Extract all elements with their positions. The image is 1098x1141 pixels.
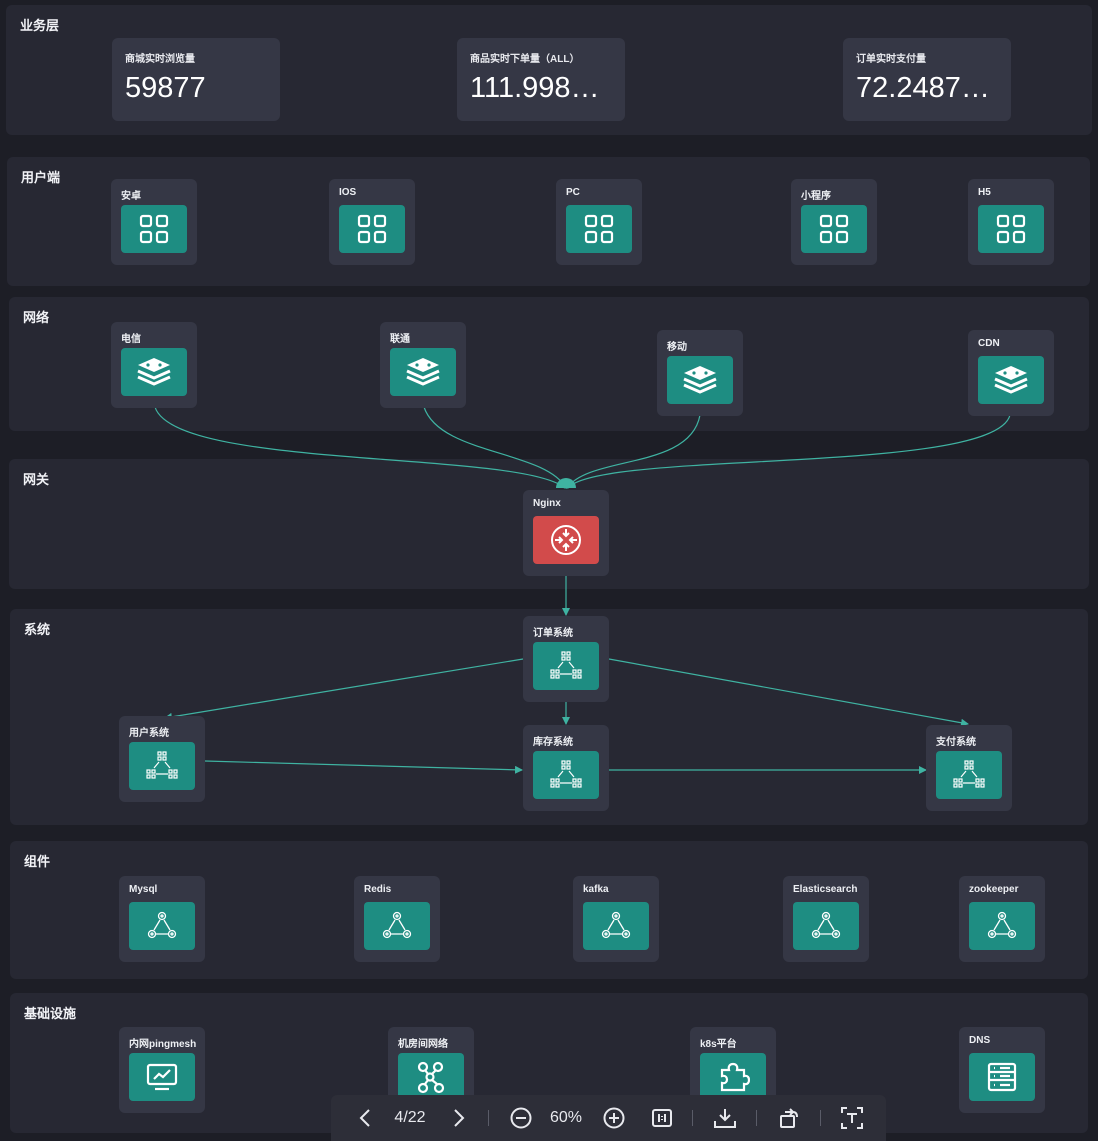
page-indicator: 4/22 xyxy=(394,1109,426,1126)
node-label: 小程序 xyxy=(801,191,831,202)
stat-label: 商城实时浏览量 xyxy=(125,54,195,65)
node-mobile[interactable]: 移动 xyxy=(657,330,743,416)
app-grid-icon xyxy=(801,205,867,253)
service-topology-icon xyxy=(533,751,599,799)
node-order-system[interactable]: 订单系统 xyxy=(523,616,609,702)
toolbar-divider xyxy=(756,1110,757,1126)
node-label: 订单系统 xyxy=(533,628,573,639)
next-page-button[interactable] xyxy=(445,1095,473,1141)
node-label: 移动 xyxy=(667,342,687,353)
node-telecom[interactable]: 电信 xyxy=(111,322,197,408)
stat-card-payments[interactable]: 订单实时支付量 72.2487… xyxy=(843,38,1011,121)
node-label: kafka xyxy=(583,884,609,895)
stat-card-orders[interactable]: 商品实时下单量（ALL） 111.998… xyxy=(457,38,625,121)
node-zookeeper[interactable]: zookeeper xyxy=(959,876,1045,962)
node-android[interactable]: 安卓 xyxy=(111,179,197,265)
stack-layers-icon xyxy=(667,356,733,404)
node-dns[interactable]: DNS xyxy=(959,1027,1045,1113)
layer-title: 组件 xyxy=(24,854,51,869)
node-label: Redis xyxy=(364,884,392,895)
node-label: 用户系统 xyxy=(129,728,169,739)
node-redis[interactable]: Redis xyxy=(354,876,440,962)
gear-cluster-icon xyxy=(364,902,430,950)
stat-card-pv[interactable]: 商城实时浏览量 59877 xyxy=(112,38,280,121)
layer-title: 用户端 xyxy=(21,170,61,185)
stat-label: 订单实时支付量 xyxy=(856,54,926,65)
rotate-icon[interactable] xyxy=(775,1095,803,1141)
zoom-level: 60% xyxy=(549,1109,583,1126)
node-unicom[interactable]: 联通 xyxy=(380,322,466,408)
app-grid-icon xyxy=(566,205,632,253)
monitor-chart-icon xyxy=(129,1053,195,1101)
node-cdn[interactable]: CDN xyxy=(968,330,1054,416)
stat-value: 111.998… xyxy=(470,72,600,104)
text-recognition-icon[interactable] xyxy=(838,1095,866,1141)
node-mysql[interactable]: Mysql xyxy=(119,876,205,962)
layer-title: 基础设施 xyxy=(24,1006,77,1021)
node-miniprogram[interactable]: 小程序 xyxy=(791,179,877,265)
app-grid-icon xyxy=(978,205,1044,253)
toolbar-divider xyxy=(488,1110,489,1126)
actual-size-icon[interactable] xyxy=(648,1095,676,1141)
node-label: 机房间网络 xyxy=(398,1039,448,1050)
puzzle-icon xyxy=(700,1053,766,1101)
node-label: PC xyxy=(566,187,580,198)
node-user-system[interactable]: 用户系统 xyxy=(119,716,205,802)
node-label: H5 xyxy=(978,187,991,198)
toolbar-divider xyxy=(692,1110,693,1126)
node-h5[interactable]: H5 xyxy=(968,179,1054,265)
node-label: zookeeper xyxy=(969,884,1019,895)
server-list-icon xyxy=(969,1053,1035,1101)
node-label: 安卓 xyxy=(121,191,141,202)
node-label: IOS xyxy=(339,187,357,198)
toolbar-divider xyxy=(820,1110,821,1126)
gear-cluster-icon xyxy=(969,902,1035,950)
stack-layers-icon xyxy=(978,356,1044,404)
node-pingmesh[interactable]: 内网pingmesh xyxy=(119,1027,205,1113)
node-label: 库存系统 xyxy=(533,737,573,748)
node-pc[interactable]: PC xyxy=(556,179,642,265)
zoom-out-button[interactable] xyxy=(507,1095,535,1141)
node-label: 支付系统 xyxy=(936,737,976,748)
node-label: k8s平台 xyxy=(700,1039,737,1050)
node-label: Elasticsearch xyxy=(793,884,858,895)
zoom-in-button[interactable] xyxy=(600,1095,628,1141)
stat-value: 72.2487… xyxy=(856,72,990,104)
gear-cluster-icon xyxy=(793,902,859,950)
node-pay-system[interactable]: 支付系统 xyxy=(926,725,1012,811)
node-label: 电信 xyxy=(121,334,141,345)
layer-title: 系统 xyxy=(24,622,51,637)
stat-value: 59877 xyxy=(125,72,206,104)
stack-layers-icon xyxy=(121,348,187,396)
service-topology-icon xyxy=(129,742,195,790)
router-icon xyxy=(533,516,599,564)
prev-page-button[interactable] xyxy=(351,1095,379,1141)
viewer-toolbar: 4/22 60% xyxy=(331,1095,886,1141)
node-ios[interactable]: IOS xyxy=(329,179,415,265)
app-grid-icon xyxy=(121,205,187,253)
node-label: 内网pingmesh xyxy=(129,1039,197,1050)
node-kafka[interactable]: kafka xyxy=(573,876,659,962)
stack-layers-icon xyxy=(390,348,456,396)
network-nodes-icon xyxy=(398,1053,464,1101)
node-label: Nginx xyxy=(533,498,561,509)
service-topology-icon xyxy=(533,642,599,690)
layer-title: 网络 xyxy=(23,310,50,325)
node-label: Mysql xyxy=(129,884,158,895)
node-label: DNS xyxy=(969,1035,991,1046)
gear-cluster-icon xyxy=(583,902,649,950)
layer-title: 业务层 xyxy=(20,18,60,33)
node-elasticsearch[interactable]: Elasticsearch xyxy=(783,876,869,962)
node-nginx[interactable]: Nginx xyxy=(523,490,609,576)
download-icon[interactable] xyxy=(711,1095,739,1141)
service-topology-icon xyxy=(936,751,1002,799)
layer-title: 网关 xyxy=(23,472,50,487)
node-label: CDN xyxy=(978,338,1000,349)
node-label: 联通 xyxy=(390,334,410,345)
node-stock-system[interactable]: 库存系统 xyxy=(523,725,609,811)
gear-cluster-icon xyxy=(129,902,195,950)
stat-label: 商品实时下单量（ALL） xyxy=(470,54,580,65)
app-grid-icon xyxy=(339,205,405,253)
